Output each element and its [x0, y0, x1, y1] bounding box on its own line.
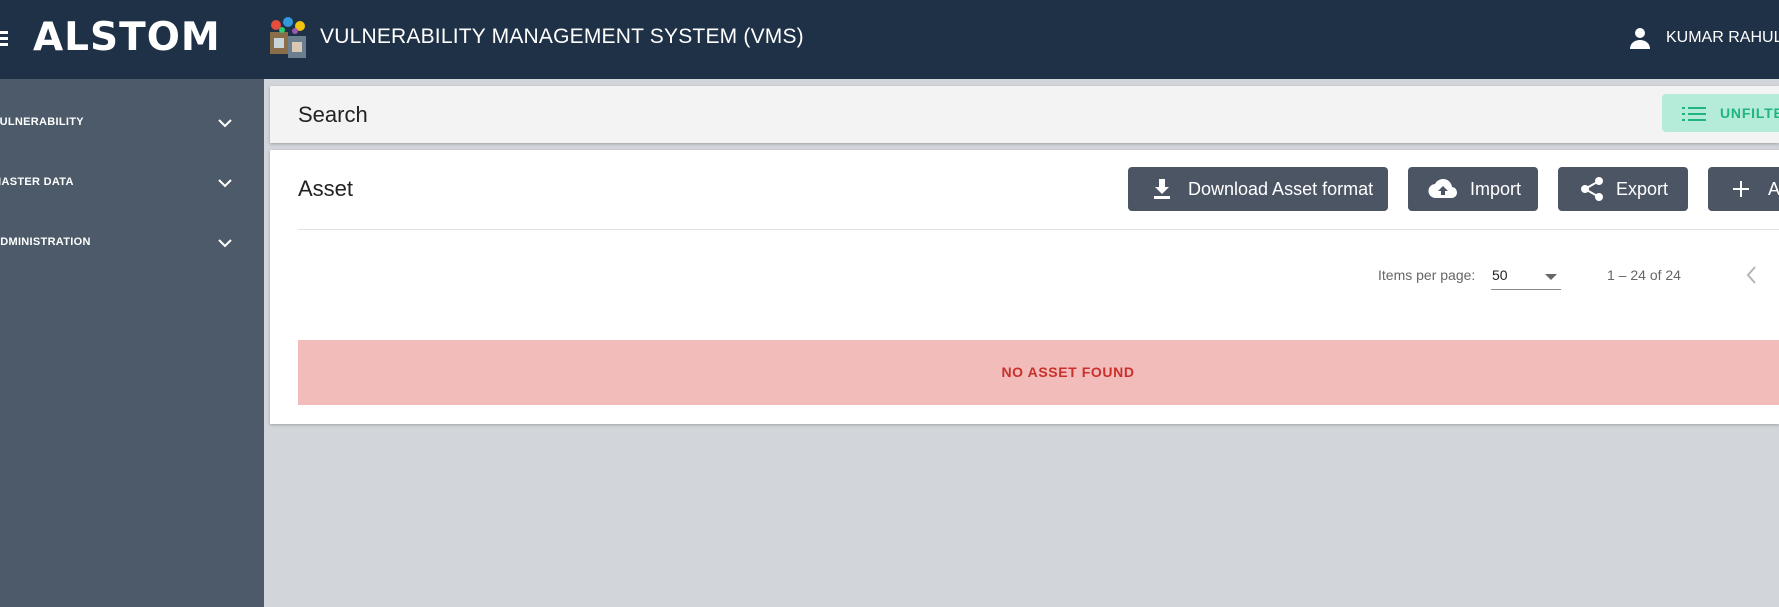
items-per-page-select[interactable]: 50 [1491, 265, 1561, 290]
add-button-label: Add [1768, 178, 1779, 199]
list-icon [1682, 107, 1706, 121]
import-button-label: Import [1470, 178, 1522, 199]
cloud-upload-icon [1428, 179, 1458, 199]
alstom-logo: ALSTOM [33, 15, 221, 61]
sidebar-item-master-data[interactable]: MASTER DATA [0, 164, 264, 204]
search-panel-title: Search [298, 102, 368, 127]
download-asset-format-button[interactable]: Download Asset format [1128, 167, 1388, 211]
items-per-page-label: Items per page: [1378, 267, 1476, 283]
unfilter-label: UNFILTER [1720, 105, 1779, 121]
chevron-down-icon [218, 179, 232, 188]
logo-text: ALSTOM [33, 15, 221, 60]
top-app-bar: ALSTOM VULNERABILITY MANAGEMENT SYSTEM (… [0, 0, 1779, 79]
sidebar-item-label: ADMINISTRATION [0, 236, 91, 248]
items-per-page-value: 50 [1492, 267, 1508, 283]
chevron-down-icon [218, 239, 232, 248]
user-name: KUMAR RAHUL [1666, 29, 1779, 46]
no-asset-message: NO ASSET FOUND [1001, 364, 1135, 380]
import-button[interactable]: Import [1408, 167, 1538, 211]
search-panel[interactable]: Search UNFILTER [270, 86, 1779, 143]
hamburger-menu-icon[interactable] [0, 31, 8, 47]
download-icon [1154, 179, 1170, 199]
previous-page-icon[interactable] [1744, 264, 1758, 286]
vms-app-icon [270, 17, 306, 58]
dropdown-arrow-icon [1545, 274, 1557, 280]
download-button-label: Download Asset format [1188, 178, 1374, 199]
chevron-down-icon [218, 119, 232, 128]
user-menu[interactable]: KUMAR RAHUL [1628, 26, 1779, 50]
share-icon [1581, 177, 1603, 201]
sidebar-item-vulnerability[interactable]: VULNERABILITY [0, 104, 264, 144]
asset-panel: Asset Download Asset format Import Expor… [270, 150, 1779, 424]
add-asset-button[interactable]: Add [1708, 167, 1779, 211]
sidebar-item-administration[interactable]: ADMINISTRATION [0, 224, 264, 264]
export-button[interactable]: Export [1558, 167, 1688, 211]
sidebar: VULNERABILITY MASTER DATA ADMINISTRATION [0, 79, 264, 607]
sidebar-item-label: VULNERABILITY [0, 116, 84, 128]
export-button-label: Export [1616, 178, 1669, 199]
plus-icon [1733, 181, 1749, 197]
asset-panel-title: Asset [298, 176, 354, 201]
person-icon [1630, 28, 1650, 49]
app-title: VULNERABILITY MANAGEMENT SYSTEM (VMS) [320, 25, 804, 48]
no-asset-alert: NO ASSET FOUND [298, 340, 1779, 405]
unfilter-button[interactable]: UNFILTER [1662, 94, 1779, 132]
pagination-range: 1 – 24 of 24 [1607, 267, 1681, 283]
divider [298, 229, 1779, 230]
sidebar-item-label: MASTER DATA [0, 176, 74, 188]
